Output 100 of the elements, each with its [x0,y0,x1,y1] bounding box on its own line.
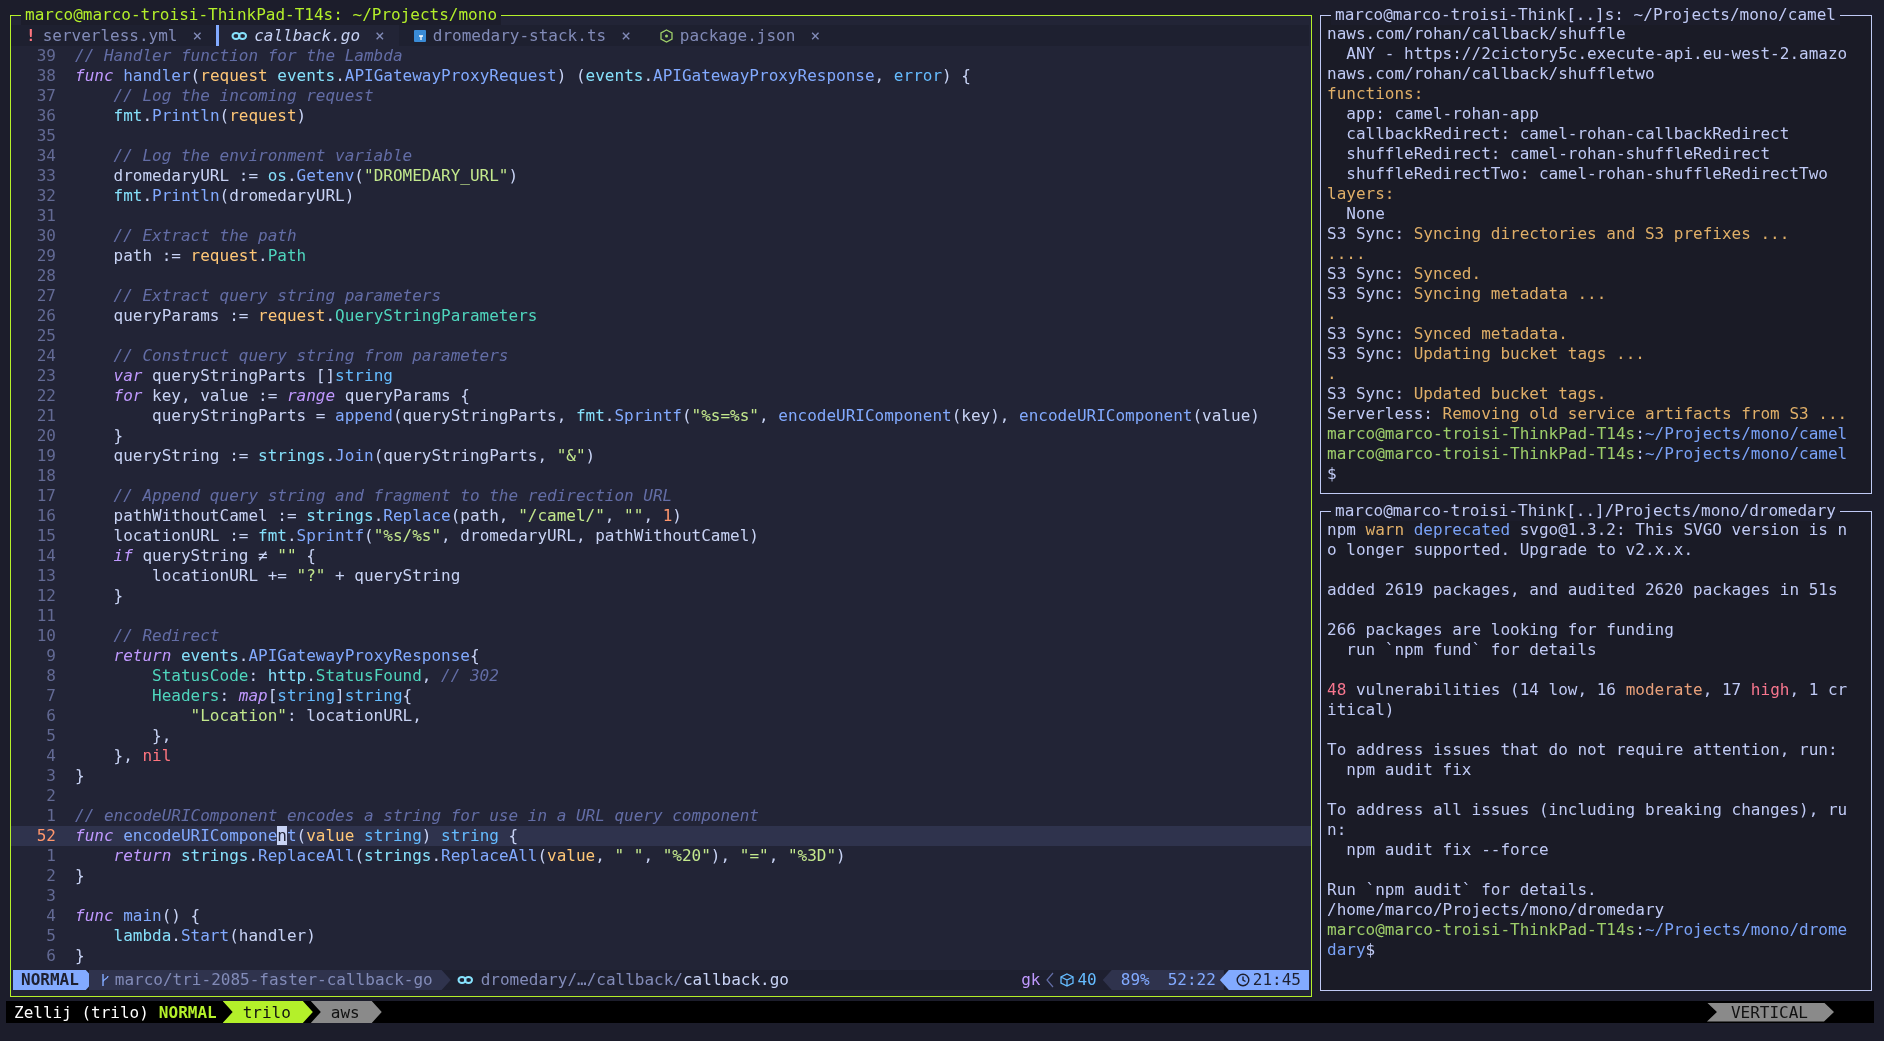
terminal-line: . [1327,304,1337,324]
terminal-line: S3 Sync: Syncing metadata ... [1327,284,1607,304]
pane-title: marco@marco-troisi-ThinkPad-T14s: ~/Projects/mono [21,5,501,25]
pane-title: marco@marco-troisi-Think[..]s: ~/Projects/mono/camel [1331,5,1840,25]
editor-tab[interactable]: package.json × [644,25,834,46]
line-number: 5 [45,926,57,946]
terminal-line: marco@marco-troisi-ThinkPad-T14s:~/Projects/mono/camel [1327,444,1848,464]
code-line: // Extract query string parameters [112,286,442,306]
terminal-line: layers: [1327,184,1395,204]
clock-time: 21:45 [1252,970,1301,990]
line-number: 26 [35,306,57,326]
line-number: 14 [35,546,57,566]
terminal-line: npm audit fix --force [1345,840,1549,860]
terminal-line: n: [1327,820,1347,840]
terminal-line: /home/marco/Projects/mono/dromedary [1327,900,1665,920]
terminal-line: S3 Sync: Synced. [1327,264,1482,284]
code-line: // Redirect [112,626,220,646]
line-number: 7 [45,686,57,706]
code-line: var queryStringParts []string [112,366,393,386]
line-number: 8 [45,666,57,686]
close-icon[interactable]: × [621,26,631,45]
editor-tab[interactable]: ! serverless.yml × [11,25,217,46]
line-number: 16 [35,506,57,526]
client-label: gk [1021,970,1041,990]
terminal-line: naws.com/rohan/callback/shuffletwo [1327,64,1655,84]
git-branch-icon [100,973,109,987]
hexagon-icon [659,28,673,43]
line-number: 21 [35,406,57,426]
line-number: 10 [35,626,57,646]
line-number: 25 [35,326,57,346]
line-number: 13 [35,566,57,586]
terminal-line: Serverless: Removing old service artifacts from S3 ... [1327,404,1848,424]
line-number: 52 [35,826,57,846]
code-line: return strings.ReplaceAll(strings.ReplaceAll(value, " ", "%20"), "=", "%3D") [112,846,846,866]
zellij-tab[interactable]: trilo [222,1001,313,1023]
terminal-line: S3 Sync: Updated bucket tags. [1327,384,1607,404]
terminal-line: To address issues that do not require attention, run: [1327,740,1838,760]
zellij-tab[interactable]: aws [310,1001,382,1023]
line-number: 36 [35,106,57,126]
terminal-line: callbackRedirect: camel-rohan-callbackRedirect [1345,124,1790,144]
line-number: 35 [35,126,57,146]
branch-name: marco/tri-2085-faster-callback-go [114,970,433,990]
terminal-line: dary$ [1327,940,1376,960]
terminal-line: npm warn deprecated svgo@1.3.2: This SVGO version is n [1327,520,1848,540]
terminal-line: .... [1327,244,1366,264]
line-number: 3 [45,766,57,786]
terminal-line: app: camel-rohan-app [1345,104,1539,124]
editor-tab[interactable]: callback.go × [216,25,399,46]
close-icon[interactable]: × [375,26,385,45]
code-line: for key, value := range queryParams { [112,386,470,406]
terminal-line: Run `npm audit` for details. [1327,880,1597,900]
code-line: func handler(request events.APIGatewayProxyRequest) (events.APIGatewayProxyResponse, error) { [75,66,971,86]
code-line: } [75,866,85,886]
code-line: // Append query string and fragment to the redirection URL [112,486,673,506]
code-line: func encodeURIComponent(value string) string { [75,826,519,846]
code-line: }, nil [112,746,172,766]
line-number: 1 [45,846,57,866]
line-number: 4 [45,746,57,766]
code-line: // Log the environment variable [112,146,413,166]
file-path: dromedary/…/callback/callback.go [480,970,789,990]
line-number: 38 [35,66,57,86]
code-line: } [112,426,124,446]
chevron-icon [1046,972,1055,988]
terminal-line: o longer supported. Upgrade to v2.x.x. [1327,540,1694,560]
code-line: // encodeURIComponent encodes a string for use in a URL query component [75,806,759,826]
line-number: 1 [45,806,57,826]
code-line: pathWithoutCamel := strings.Replace(path, "/camel/", "", 1) [112,506,682,526]
line-number: 9 [45,646,57,666]
code-line: // Handler function for the Lambda [75,46,403,66]
pane-title: marco@marco-troisi-Think[..]/Projects/mono/dromedary [1331,501,1840,521]
line-number: 4 [45,906,57,926]
code-line: lambda.Start(handler) [112,926,316,946]
line-number: 6 [45,946,57,966]
code-line: queryStringParts = append(queryStringParts, fmt.Sprintf("%s=%s", encodeURIComponent(key), encodeURIComponent(value) [151,406,1260,426]
typescript-icon [413,29,426,42]
close-icon[interactable]: × [810,26,820,45]
code-line: } [75,766,85,786]
terminal-line: shuffleRedirect: camel-rohan-shuffleRedirect [1345,144,1771,164]
terminal-line: marco@marco-troisi-ThinkPad-T14s:~/Projects/mono/drome [1327,920,1848,940]
line-number: 29 [35,246,57,266]
terminal-line: To address all issues (including breaking changes), ru [1327,800,1848,820]
cursor-position: 52:22 [1167,970,1216,990]
editor-tab[interactable]: dromedary-stack.ts × [398,25,645,46]
line-number: 28 [35,266,57,286]
code-line: fmt.Println(dromedaryURL) [112,186,355,206]
terminal-line: None [1345,204,1385,224]
terminal-line: marco@marco-troisi-ThinkPad-T14s:~/Projects/mono/camel [1327,424,1848,444]
terminal-line: S3 Sync: Synced metadata. [1327,324,1568,344]
line-number: 17 [35,486,57,506]
code-line: fmt.Println(request) [112,106,307,126]
code-line: if queryString ≠ "" { [112,546,316,566]
close-icon[interactable]: × [192,26,203,45]
code-line: locationURL := fmt.Sprintf("%s/%s", dromedaryURL, pathWithoutCamel) [112,526,759,546]
terminal-line: S3 Sync: Syncing directories and S3 prefixes ... [1327,224,1790,244]
line-number: 24 [35,346,57,366]
line-number: 15 [35,526,57,546]
line-number: 37 [35,86,57,106]
terminal-line: added 2619 packages, and audited 2620 packages in 51s [1327,580,1838,600]
code-line: dromedaryURL := os.Getenv("DROMEDARY_URL") [112,166,519,186]
session-name: Zellij (trilo) [13,1002,149,1022]
